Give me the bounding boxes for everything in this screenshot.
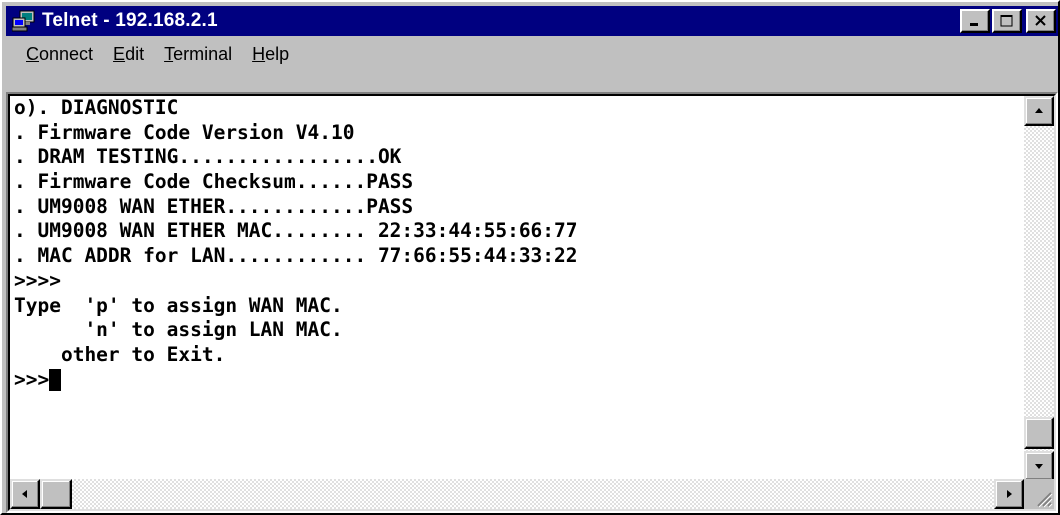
menu-terminal[interactable]: Terminal	[154, 40, 242, 68]
arrow-up-icon	[1035, 108, 1043, 113]
terminal-line: . Firmware Code Version V4.10	[14, 120, 355, 144]
terminal-frame-inner: o). DIAGNOSTIC . Firmware Code Version V…	[8, 94, 1056, 511]
maximize-icon	[1000, 15, 1013, 27]
terminal-line: . UM9008 WAN ETHER MAC........ 22:33:44:…	[14, 219, 578, 243]
window-title: Telnet - 192.168.2.1	[42, 10, 218, 31]
resize-grip-icon	[1037, 492, 1053, 508]
minimize-icon	[970, 23, 978, 26]
vertical-scrollbar[interactable]	[1024, 96, 1054, 481]
menu-bar: Connect Edit Terminal Help	[6, 38, 1058, 70]
terminal-line: other to Exit.	[14, 342, 226, 366]
terminal-screen[interactable]: o). DIAGNOSTIC . Firmware Code Version V…	[10, 96, 1024, 481]
terminal-prompt-line: >>>	[10, 368, 1024, 393]
maximize-button[interactable]	[992, 9, 1022, 33]
arrow-right-icon	[1007, 490, 1012, 498]
telnet-window: Telnet - 192.168.2.1 Connect Edit Termin…	[0, 0, 1060, 515]
menu-edit[interactable]: Edit	[103, 40, 154, 68]
terminal-line: o). DIAGNOSTIC	[14, 96, 179, 119]
title-bar-buttons	[958, 9, 1056, 33]
scroll-up-button[interactable]	[1024, 96, 1054, 126]
scroll-right-button[interactable]	[994, 479, 1024, 509]
menu-connect[interactable]: Connect	[6, 40, 103, 68]
arrow-down-icon	[1035, 464, 1043, 469]
scroll-left-button[interactable]	[10, 479, 40, 509]
terminal-line: . UM9008 WAN ETHER............PASS	[14, 194, 414, 218]
terminal-line: Type 'p' to assign WAN MAC.	[14, 293, 343, 317]
horizontal-scrollbar[interactable]	[10, 479, 1024, 509]
terminal-line: . MAC ADDR for LAN............ 77:66:55:…	[14, 244, 578, 268]
horizontal-scroll-thumb[interactable]	[40, 479, 72, 509]
terminal-line: 'n' to assign LAN MAC.	[14, 318, 343, 342]
terminal-prompt: >>>	[14, 367, 50, 391]
title-bar[interactable]: Telnet - 192.168.2.1	[6, 6, 1058, 36]
scroll-down-button[interactable]	[1024, 451, 1054, 481]
telnet-app-icon[interactable]	[11, 10, 36, 32]
terminal-line: . DRAM TESTING.................OK	[14, 145, 402, 169]
resize-grip[interactable]	[1024, 479, 1054, 509]
arrow-left-icon	[22, 490, 27, 498]
terminal-line: >>>>	[14, 268, 61, 292]
terminal-line: . Firmware Code Checksum......PASS	[14, 170, 414, 194]
close-icon	[1035, 15, 1046, 26]
vertical-scroll-thumb[interactable]	[1024, 417, 1054, 449]
terminal-frame: o). DIAGNOSTIC . Firmware Code Version V…	[6, 92, 1058, 513]
close-button[interactable]	[1026, 9, 1056, 33]
menu-help[interactable]: Help	[242, 40, 299, 68]
minimize-button[interactable]	[960, 9, 990, 33]
text-cursor	[49, 368, 62, 391]
